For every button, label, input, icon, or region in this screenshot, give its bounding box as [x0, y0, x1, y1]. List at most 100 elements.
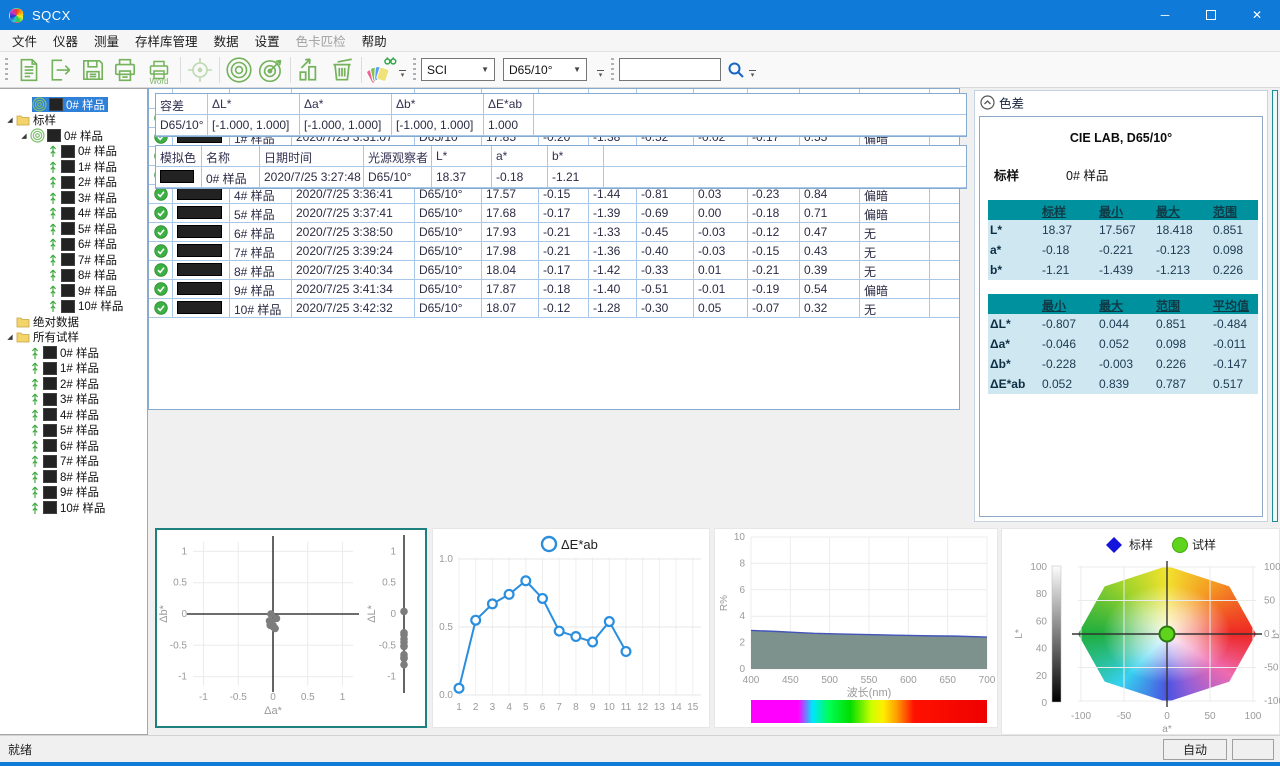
menu-item-存样库管理[interactable]: 存样库管理	[127, 29, 206, 52]
close-button[interactable]: ✕	[1234, 0, 1280, 30]
stats-row: b*-1.21-1.439-1.2130.226	[988, 260, 1258, 280]
menu-item-设置[interactable]: 设置	[247, 29, 288, 52]
table-row[interactable]: 5# 样品2020/7/25 3:37:41D65/10°17.68-0.17-…	[149, 204, 959, 223]
toolbar-grip	[5, 58, 8, 82]
color-swatch	[61, 300, 75, 313]
menu-item-帮助[interactable]: 帮助	[354, 29, 395, 52]
svg-text:100: 100	[1245, 711, 1262, 722]
tree-item-标样[interactable]: ◢标样	[0, 113, 147, 129]
tree-item-0# 样品[interactable]: 0# 样品	[0, 144, 147, 160]
tree-item-2# 样品[interactable]: 2# 样品	[0, 376, 147, 392]
expander-icon[interactable]: ◢	[4, 116, 16, 124]
menu-item-数据[interactable]: 数据	[206, 29, 247, 52]
table-row[interactable]: 0# 样品2020/7/25 3:27:48D65/10°18.37-0.18-…	[156, 167, 966, 188]
sci-mode-select[interactable]: SCI▼	[421, 58, 495, 81]
tree-item-绝对数据[interactable]: 绝对数据	[0, 314, 147, 330]
measure-sample-button[interactable]	[255, 54, 287, 86]
chart-button[interactable]	[294, 54, 326, 86]
table-row[interactable]: 10# 样品2020/7/25 3:42:32D65/10°18.07-0.12…	[149, 299, 959, 318]
print-button[interactable]	[109, 54, 141, 86]
tree-item-10# 样品[interactable]: 10# 样品	[0, 500, 147, 516]
menu-item-文件[interactable]: 文件	[4, 29, 45, 52]
color-card-search-button[interactable]	[365, 54, 397, 86]
tree-item-2# 样品[interactable]: 2# 样品	[0, 175, 147, 191]
color-swatch	[177, 301, 222, 314]
lab-colorwheel-chart[interactable]: 020406080100L*-100-50050100a*100500-50-1…	[1001, 528, 1280, 735]
svg-text:试样: 试样	[1192, 537, 1216, 552]
expander-icon[interactable]: ◢	[18, 132, 30, 140]
tree-label: 2# 样品	[78, 174, 117, 190]
svg-text:-1: -1	[387, 672, 396, 683]
tree-item-4# 样品[interactable]: 4# 样品	[0, 407, 147, 423]
table-row[interactable]: D65/10°[-1.000, 1.000][-1.000, 1.000][-1…	[156, 115, 966, 136]
color-swatch	[43, 362, 57, 375]
toolbar-overflow-icon[interactable]: ▾	[399, 70, 406, 78]
menu-item-测量[interactable]: 测量	[86, 29, 127, 52]
minimize-button[interactable]: ─	[1142, 0, 1188, 30]
tree-item-9# 样品[interactable]: 9# 样品	[0, 485, 147, 501]
sample-arrow-icon	[48, 160, 58, 174]
delta-ab-scatter-chart[interactable]: -1-0.500.51-1-0.500.51Δa*Δb*-1-0.500.51Δ…	[155, 528, 427, 728]
auto-button[interactable]: 自动	[1163, 739, 1227, 760]
menu-item-仪器[interactable]: 仪器	[45, 29, 86, 52]
color-swatch	[61, 176, 75, 189]
svg-text:2: 2	[739, 638, 745, 649]
color-swatch	[43, 408, 57, 421]
table-row[interactable]: 9# 样品2020/7/25 3:41:34D65/10°17.87-0.18-…	[149, 280, 959, 299]
table-row[interactable]: 6# 样品2020/7/25 3:38:50D65/10°17.93-0.21-…	[149, 223, 959, 242]
tree-item-4# 样品[interactable]: 4# 样品	[0, 206, 147, 222]
lab-stats-table: 标样最小最大范围L*18.3717.56718.4180.851a*-0.18-…	[988, 200, 1258, 280]
tree-item-6# 样品[interactable]: 6# 样品	[0, 237, 147, 253]
tree-label: 6# 样品	[78, 236, 117, 252]
tree-item-8# 样品[interactable]: 8# 样品	[0, 469, 147, 485]
color-swatch	[43, 346, 57, 359]
illuminant-select[interactable]: D65/10°▼	[503, 58, 587, 81]
svg-text:0: 0	[390, 609, 396, 620]
new-document-icon	[16, 57, 42, 83]
sample-arrow-icon	[48, 284, 58, 298]
search-icon[interactable]	[725, 59, 747, 81]
tree-item-1# 样品[interactable]: 1# 样品	[0, 159, 147, 175]
table-row[interactable]: 8# 样品2020/7/25 3:40:34D65/10°18.04-0.17-…	[149, 261, 959, 280]
measure-standard-button[interactable]	[223, 54, 255, 86]
tree-item-8# 样品[interactable]: 8# 样品	[0, 268, 147, 284]
expander-icon[interactable]: ◢	[4, 333, 16, 341]
maximize-button[interactable]	[1188, 0, 1234, 30]
tree-item-7# 样品[interactable]: 7# 样品	[0, 252, 147, 268]
tree-item-10# 样品[interactable]: 10# 样品	[0, 299, 147, 315]
export-button[interactable]	[45, 54, 77, 86]
svg-text:650: 650	[939, 675, 956, 686]
tree-item-0# 样品[interactable]: 0# 样品	[0, 345, 147, 361]
measure-standard-icon	[224, 55, 254, 85]
chevron-down-icon: ▼	[573, 65, 581, 74]
app-window: SQCX ─ ✕ 文件仪器测量存样库管理数据设置色卡匹检帮助 Word	[0, 0, 1280, 766]
tree-item-1# 样品[interactable]: 1# 样品	[0, 361, 147, 377]
color-swatch	[61, 269, 75, 282]
reflectance-chart[interactable]: 0246810400450500550600650700波长(nm)R%	[714, 528, 998, 728]
save-button[interactable]	[77, 54, 109, 86]
tree-item-7# 样品[interactable]: 7# 样品	[0, 454, 147, 470]
tree-item-9# 样品[interactable]: 9# 样品	[0, 283, 147, 299]
print-word-button[interactable]: Word	[141, 54, 177, 86]
search-input[interactable]	[619, 58, 721, 81]
delta-e-line-chart[interactable]: 0.00.51.0123456789101112131415ΔE*ab	[432, 528, 710, 728]
svg-text:-100: -100	[1071, 711, 1091, 722]
delete-button[interactable]	[326, 54, 358, 86]
collapsed-panel-strip[interactable]	[1272, 90, 1278, 522]
table-row[interactable]: 7# 样品2020/7/25 3:39:24D65/10°17.98-0.21-…	[149, 242, 959, 261]
new-document-button[interactable]	[13, 54, 45, 86]
tree-item-6# 样品[interactable]: 6# 样品	[0, 438, 147, 454]
status-text: 就绪	[8, 741, 32, 758]
tree-item-5# 样品[interactable]: 5# 样品	[0, 423, 147, 439]
menu-item-色卡匹检[interactable]: 色卡匹检	[288, 29, 354, 52]
tree-item-0# 样品[interactable]: ◢0# 样品	[0, 128, 147, 144]
tree-item-5# 样品[interactable]: 5# 样品	[0, 221, 147, 237]
tree-item-0# 样品[interactable]: 0# 样品	[0, 97, 147, 113]
tree-item-3# 样品[interactable]: 3# 样品	[0, 392, 147, 408]
collapse-icon[interactable]	[980, 95, 995, 110]
tree-item-3# 样品[interactable]: 3# 样品	[0, 190, 147, 206]
color-swatch	[49, 98, 63, 111]
svg-text:1: 1	[456, 702, 462, 713]
tree-item-所有试样[interactable]: ◢所有试样	[0, 330, 147, 346]
tree-label: 5# 样品	[60, 422, 99, 438]
